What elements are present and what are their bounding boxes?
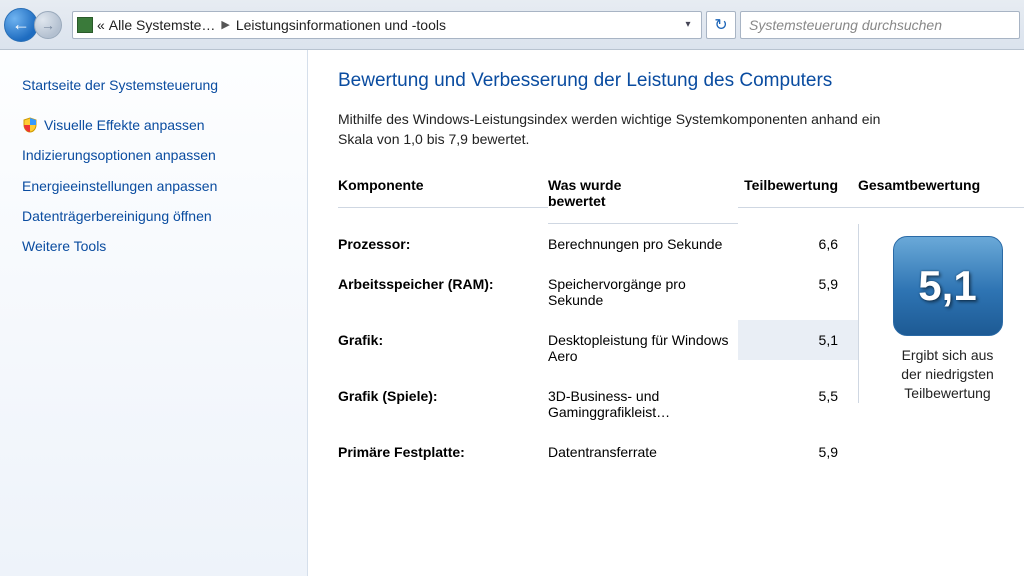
col-what-l2: bewertet xyxy=(548,193,732,209)
row-what: 3D-Business- und Gaminggrafikleist… xyxy=(548,376,738,432)
breadcrumb-root[interactable]: « Alle Systemste… xyxy=(97,17,215,33)
refresh-button[interactable]: ↻ xyxy=(706,11,736,39)
shield-icon xyxy=(22,117,38,133)
row-score: 5,9 xyxy=(738,264,858,304)
sidebar: Startseite der Systemsteuerung Visuelle … xyxy=(0,50,308,576)
col-what-l1: Was wurde xyxy=(548,177,621,193)
refresh-icon: ↻ xyxy=(714,15,727,35)
main-split: Startseite der Systemsteuerung Visuelle … xyxy=(0,50,1024,576)
overall-caption-l2: der niedrigsten xyxy=(901,366,994,382)
sidebar-item-disk-cleanup[interactable]: Datenträgerbereinigung öffnen xyxy=(18,201,293,231)
intro-line1: Mithilfe des Windows-Leistungsindex werd… xyxy=(338,111,880,127)
search-placeholder: Systemsteuerung durchsuchen xyxy=(749,17,942,33)
address-bar[interactable]: « Alle Systemste… ▶ Leistungsinformation… xyxy=(72,11,702,39)
row-score: 5,5 xyxy=(738,376,858,416)
row-what: Speichervorgänge pro Sekunde xyxy=(548,264,738,320)
sidebar-item-power[interactable]: Energieeinstellungen anpassen xyxy=(18,171,293,201)
page-intro: Mithilfe des Windows-Leistungsindex werd… xyxy=(338,110,1024,149)
row-score: 5,9 xyxy=(738,432,858,472)
arrow-right-icon: → xyxy=(41,17,55,33)
breadcrumb-root-label: Alle Systemste… xyxy=(109,17,216,33)
row-component: Grafik: xyxy=(338,320,548,360)
row-what: Datentransferrate xyxy=(548,432,738,472)
back-button[interactable]: ← xyxy=(4,8,38,42)
sidebar-item-label: Indizierungsoptionen anpassen xyxy=(22,146,216,164)
sidebar-item-indexing[interactable]: Indizierungsoptionen anpassen xyxy=(18,140,293,170)
sidebar-item-label: Visuelle Effekte anpassen xyxy=(44,116,205,134)
search-input[interactable]: Systemsteuerung durchsuchen xyxy=(740,11,1020,39)
forward-button[interactable]: → xyxy=(34,11,62,39)
row-component: Arbeitsspeicher (RAM): xyxy=(338,264,548,304)
row-score-highlight: 5,1 xyxy=(738,320,858,360)
arrow-left-icon: ← xyxy=(12,14,30,35)
overall-caption-l1: Ergibt sich aus xyxy=(902,347,994,363)
col-component: Komponente xyxy=(338,177,548,208)
row-score: 6,6 xyxy=(738,224,858,264)
breadcrumb-current-label: Leistungsinformationen und -tools xyxy=(236,17,446,33)
row-what: Berechnungen pro Sekunde xyxy=(548,224,738,264)
window-chrome: ← → « Alle Systemste… ▶ Leistungsinforma… xyxy=(0,0,1024,50)
row-what: Desktopleistung für Windows Aero xyxy=(548,320,738,376)
control-panel-icon xyxy=(77,17,93,33)
overall-caption-l3: Teilbewertung xyxy=(904,385,990,401)
page-title: Bewertung und Verbesserung der Leistung … xyxy=(338,70,1024,92)
sidebar-item-visual-effects[interactable]: Visuelle Effekte anpassen xyxy=(18,110,293,140)
sidebar-home-label: Startseite der Systemsteuerung xyxy=(22,76,218,94)
row-component: Grafik (Spiele): xyxy=(338,376,548,416)
col-subscore: Teilbewertung xyxy=(738,177,858,208)
breadcrumb-current[interactable]: Leistungsinformationen und -tools xyxy=(236,17,446,33)
chevron-right-icon[interactable]: ▶ xyxy=(221,18,229,31)
col-what: Was wurde bewertet xyxy=(548,177,738,224)
sidebar-item-label: Weitere Tools xyxy=(22,237,106,255)
nav-buttons: ← → xyxy=(4,8,62,42)
row-component: Prozessor: xyxy=(338,224,548,264)
address-dropdown[interactable]: ▾ xyxy=(679,13,697,37)
sidebar-home[interactable]: Startseite der Systemsteuerung xyxy=(18,70,293,100)
performance-table: Komponente Was wurde bewertet Teilbewert… xyxy=(338,177,1024,472)
sidebar-item-label: Energieeinstellungen anpassen xyxy=(22,177,217,195)
overall-score-badge: 5,1 xyxy=(893,236,1003,336)
chevron-down-icon: ▾ xyxy=(685,19,690,30)
overall-caption: Ergibt sich aus der niedrigsten Teilbewe… xyxy=(875,346,1020,403)
col-total: Gesamtbewertung xyxy=(858,177,1024,208)
intro-line2: Skala von 1,0 bis 7,9 bewertet. xyxy=(338,131,529,147)
row-component: Primäre Festplatte: xyxy=(338,432,548,472)
breadcrumb-root-prefix: « xyxy=(97,17,105,33)
content-pane: Bewertung und Verbesserung der Leistung … xyxy=(308,50,1024,576)
sidebar-item-label: Datenträgerbereinigung öffnen xyxy=(22,207,212,225)
sidebar-item-more-tools[interactable]: Weitere Tools xyxy=(18,231,293,261)
overall-score-box: 5,1 Ergibt sich aus der niedrigsten Teil… xyxy=(858,224,1024,403)
